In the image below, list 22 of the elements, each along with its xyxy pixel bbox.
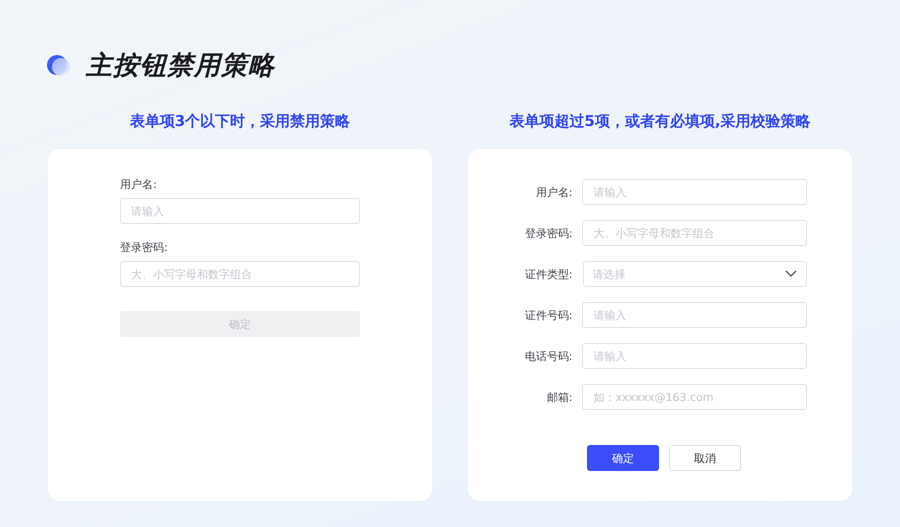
input-field[interactable]: 大、小写字母和数字组合	[582, 220, 807, 246]
input-field[interactable]: 如：xxxxxx@163.com	[582, 384, 807, 410]
field-label: 证件号码:	[524, 308, 572, 322]
field-label: 用户名:	[534, 184, 572, 200]
input-field[interactable]: 大、小写字母和数字组合	[120, 261, 360, 287]
section-heading: 表单项3个以下时，采用禁用策略	[128, 111, 352, 131]
field-label: 登录密码:	[524, 226, 572, 240]
field-label: 用户名:	[120, 177, 158, 192]
logo-icon	[46, 52, 72, 78]
page-title: 主按钮禁用策略	[86, 50, 275, 83]
field-label: 证件类型:	[524, 266, 572, 282]
section-heading: 表单项超过5项，或者有必填项,采用校验策略	[508, 111, 812, 131]
field-label: 电话号码:	[524, 348, 572, 364]
chevron-down-icon	[785, 270, 797, 278]
input-field[interactable]: 请输入	[582, 302, 807, 328]
field-label: 登录密码:	[120, 240, 169, 255]
cancel-button[interactable]: 取消	[669, 445, 741, 471]
field-label: 邮箱:	[546, 390, 572, 404]
input-field[interactable]: 请输入	[582, 343, 807, 369]
input-field[interactable]: 请输入	[120, 198, 360, 224]
confirm-button[interactable]: 确定	[587, 445, 659, 471]
input-field[interactable]: 请输入	[582, 179, 807, 205]
